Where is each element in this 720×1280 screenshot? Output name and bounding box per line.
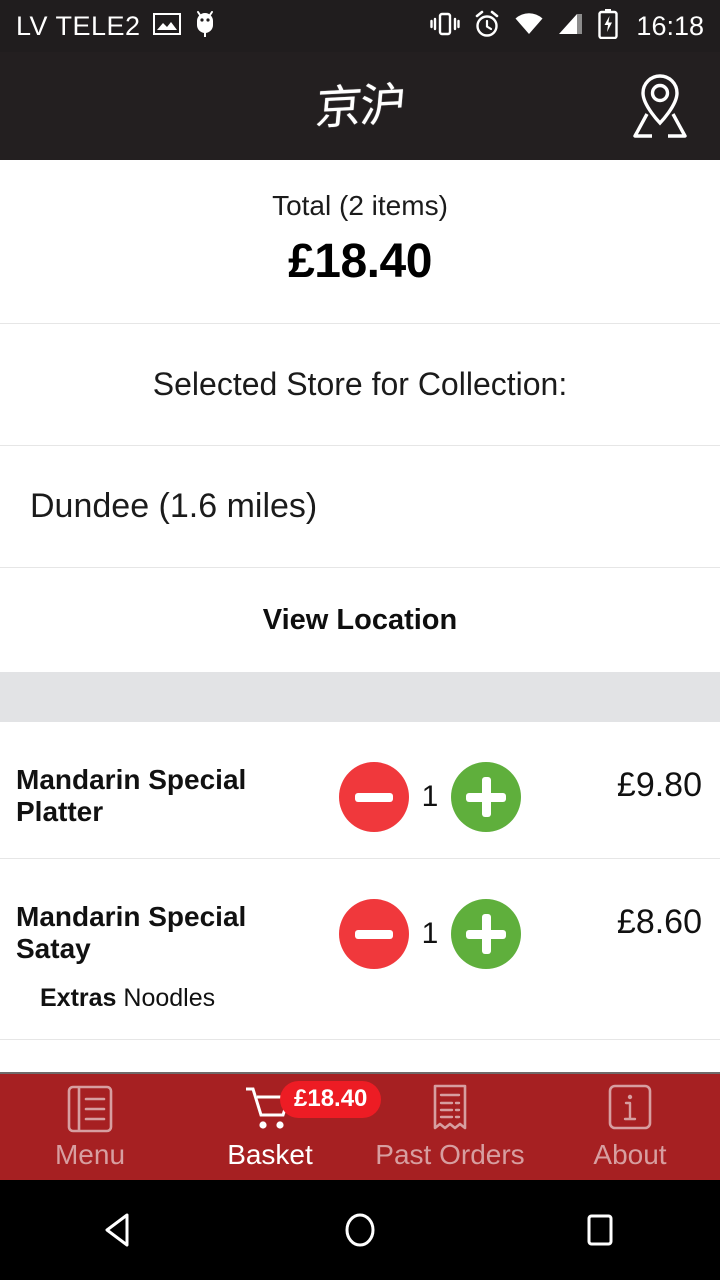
- item-details: Mandarin Special Satay Extras Noodles: [0, 885, 330, 1013]
- shopping-cart-icon: £18.40: [242, 1081, 382, 1135]
- selected-store-name[interactable]: Dundee (1.6 miles): [0, 446, 720, 568]
- item-extras-label: Extras: [40, 983, 117, 1012]
- alarm-icon: [473, 10, 501, 43]
- android-navigation-bar: [0, 1180, 720, 1280]
- tab-about[interactable]: About: [540, 1074, 720, 1180]
- status-bar-right: 16:18: [430, 8, 704, 44]
- basket-content[interactable]: Total (2 items) £18.40 Selected Store fo…: [0, 160, 720, 1072]
- info-icon: [605, 1083, 655, 1135]
- minus-icon: [355, 929, 393, 939]
- menu-book-icon: [65, 1083, 115, 1135]
- tab-menu[interactable]: Menu: [0, 1074, 180, 1180]
- item-name: Mandarin Special Satay: [16, 901, 247, 965]
- plus-icon: [466, 914, 506, 954]
- image-icon: [152, 12, 181, 41]
- table-row[interactable]: Mandarin Special Satay Extras Noodles 1 …: [0, 859, 720, 1040]
- clock-label: 16:18: [636, 10, 704, 41]
- carrier-label: LV TELE2: [16, 10, 141, 41]
- bottom-tab-bar: Menu £18.40 Basket Past Orders About: [0, 1072, 720, 1180]
- app-logo: 京沪: [313, 76, 407, 136]
- total-amount: £18.40: [288, 235, 432, 288]
- total-label: Total (2 items): [272, 190, 448, 221]
- status-bar: LV TELE2 16:18: [0, 0, 720, 52]
- battery-charging-icon: [598, 8, 619, 44]
- tab-label: Past Orders: [375, 1139, 525, 1170]
- tab-past-orders[interactable]: Past Orders: [360, 1074, 540, 1180]
- home-circle-icon[interactable]: [300, 1180, 420, 1280]
- increase-quantity-button[interactable]: [451, 899, 521, 969]
- item-quantity: 1: [421, 917, 439, 950]
- section-divider-band: [0, 672, 720, 722]
- receipt-icon: [426, 1083, 474, 1135]
- tab-label: About: [593, 1139, 667, 1170]
- item-extras-value: Noodles: [123, 983, 216, 1012]
- item-extras: Extras Noodles: [0, 984, 330, 1013]
- quantity-stepper: 1: [330, 748, 530, 832]
- item-price: £9.80: [616, 766, 702, 804]
- tab-label: Menu: [54, 1139, 126, 1170]
- increase-quantity-button[interactable]: [451, 762, 521, 832]
- tab-label: Basket: [227, 1139, 313, 1170]
- tab-basket[interactable]: £18.40 Basket: [180, 1074, 382, 1180]
- view-location-button[interactable]: View Location: [0, 568, 720, 672]
- app-header: 京沪: [0, 52, 720, 160]
- recents-square-icon[interactable]: [540, 1180, 660, 1280]
- minus-icon: [355, 792, 393, 802]
- decrease-quantity-button[interactable]: [339, 899, 409, 969]
- vibrate-icon: [430, 10, 461, 43]
- status-bar-left: LV TELE2: [16, 9, 217, 44]
- order-total-block: Total (2 items) £18.40: [0, 160, 720, 324]
- item-quantity: 1: [421, 780, 439, 813]
- item-price: £8.60: [616, 903, 702, 941]
- android-bug-icon: [193, 9, 217, 44]
- quantity-stepper: 1: [330, 885, 530, 969]
- item-name: Mandarin Special Platter: [16, 764, 247, 828]
- plus-icon: [466, 777, 506, 817]
- basket-badge: £18.40: [280, 1081, 382, 1118]
- back-triangle-icon[interactable]: [60, 1180, 180, 1280]
- phone-screen: LV TELE2 16:18 京沪 Total (2 items) £18.40…: [0, 0, 720, 1280]
- selected-store-heading: Selected Store for Collection:: [0, 324, 720, 446]
- item-details: Mandarin Special Platter: [0, 748, 330, 829]
- signal-icon: [557, 12, 585, 41]
- wifi-icon: [514, 12, 544, 41]
- decrease-quantity-button[interactable]: [339, 762, 409, 832]
- map-pin-icon[interactable]: [624, 70, 696, 142]
- table-row[interactable]: Mandarin Special Platter 1 £9.80: [0, 722, 720, 859]
